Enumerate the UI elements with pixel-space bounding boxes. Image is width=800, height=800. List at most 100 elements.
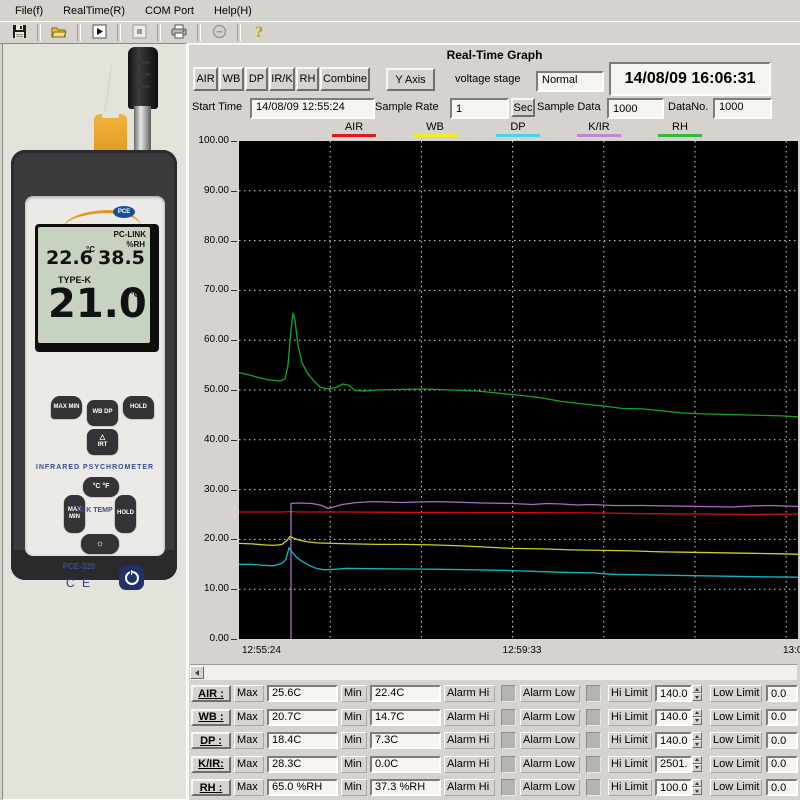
hi-limit-input[interactable] <box>655 709 692 726</box>
row-channel-button[interactable]: RH : <box>191 779 231 796</box>
channel-combine-button[interactable]: Combine <box>320 67 370 91</box>
save-icon <box>12 24 27 42</box>
channel-irk-button[interactable]: IR/K <box>269 67 295 91</box>
low-limit-input[interactable] <box>766 732 798 749</box>
low-limit-input[interactable] <box>766 756 798 773</box>
channel-wb-button[interactable]: WB <box>219 67 244 91</box>
x-tick-label: 12:59:33 <box>503 645 542 656</box>
row-channel-button[interactable]: K/IR: <box>191 756 231 773</box>
toolbar: ? <box>0 21 800 44</box>
y-tick-label: 90.00 <box>204 185 229 196</box>
stop-button[interactable] <box>124 23 154 42</box>
min-label: Min <box>341 709 367 726</box>
min-label: Min <box>341 685 367 702</box>
low-limit-label: Low Limit <box>710 685 762 702</box>
start-button[interactable] <box>84 23 114 42</box>
sample-data-input[interactable] <box>607 98 664 119</box>
hi-limit-spinner <box>692 779 702 796</box>
lcd-main-value: 21.0 <box>48 281 147 327</box>
horizontal-scrollbar[interactable] <box>190 664 797 680</box>
y-tick-label: 70.00 <box>204 284 229 295</box>
record-button[interactable] <box>204 23 234 42</box>
probe-sensor <box>128 47 158 109</box>
hi-limit-label: Hi Limit <box>608 779 652 796</box>
alarm-low-indicator <box>586 709 601 726</box>
low-limit-input[interactable] <box>766 685 798 702</box>
hi-limit-input[interactable] <box>655 779 692 796</box>
row-channel-button[interactable]: DP : <box>191 732 231 749</box>
spinner-up-button[interactable] <box>692 732 702 740</box>
hi-limit-input[interactable] <box>655 756 692 773</box>
spinner-up-button[interactable] <box>692 756 702 764</box>
spinner-down-button[interactable] <box>692 693 702 701</box>
data-no-label: DataNo. <box>668 101 708 113</box>
legend-color-bar <box>577 134 621 137</box>
menu-com-port[interactable]: COM Port <box>136 3 203 19</box>
y-tick-mark <box>231 589 237 590</box>
y-axis-button[interactable]: Y Axis <box>386 68 435 91</box>
voltage-stage-field[interactable]: Normal <box>536 71 604 92</box>
help-button[interactable]: ? <box>244 23 274 42</box>
alarm-hi-indicator <box>501 756 516 773</box>
y-tick-label: 80.00 <box>204 235 229 246</box>
help-icon: ? <box>255 25 263 41</box>
lcd-main-unit: °C <box>130 289 140 299</box>
low-limit-input[interactable] <box>766 709 798 726</box>
min-value: 7.3C <box>370 732 441 749</box>
row-channel-button[interactable]: AIR : <box>191 685 231 702</box>
legend-label: DP <box>496 121 540 133</box>
open-button[interactable] <box>44 23 74 42</box>
legend-item-K/IR: K/IR <box>577 121 621 137</box>
spinner-up-button[interactable] <box>692 779 702 787</box>
spinner-down-button[interactable] <box>692 740 702 748</box>
max-value: 18.4C <box>267 732 338 749</box>
print-button[interactable] <box>164 23 194 42</box>
alarm-low-label: Alarm Low <box>520 732 580 749</box>
toolbar-separator <box>157 24 161 41</box>
device-faceplate: PCE PC-LINK %RH 22.6 °C 38.5 TYPE-K 21.0… <box>25 196 165 556</box>
sec-button[interactable]: Sec <box>511 98 535 117</box>
alarm-low-indicator <box>586 756 601 773</box>
series-K/IR <box>291 502 798 639</box>
clock-display: 14/08/09 16:06:31 <box>609 62 771 96</box>
save-button[interactable] <box>4 23 34 42</box>
y-tick-mark <box>231 191 237 192</box>
y-tick-mark <box>231 639 237 640</box>
sample-rate-input[interactable] <box>450 98 509 119</box>
spinner-down-button[interactable] <box>692 717 702 725</box>
arrow-up-icon <box>695 782 699 785</box>
alarm-low-indicator <box>586 779 601 796</box>
device-power-button <box>119 566 144 590</box>
menu-realtime[interactable]: RealTime(R) <box>54 3 134 19</box>
channel-rh-button[interactable]: RH <box>296 67 319 91</box>
hi-limit-input[interactable] <box>655 732 692 749</box>
arrow-down-icon <box>695 696 699 699</box>
channel-air-button[interactable]: AIR <box>193 67 218 91</box>
arrow-up-icon <box>695 758 699 761</box>
menu-help[interactable]: Help(H) <box>205 3 261 19</box>
legend-item-RH: RH <box>658 121 702 137</box>
hi-limit-input[interactable] <box>655 685 692 702</box>
spinner-up-button[interactable] <box>692 709 702 717</box>
hi-limit-spinner <box>692 756 702 773</box>
table-row: WB :Max20.7CMin14.7CAlarm HiAlarm LowHi … <box>189 709 800 728</box>
max-label: Max <box>234 685 264 702</box>
hi-limit-label: Hi Limit <box>608 756 652 773</box>
row-channel-button[interactable]: WB : <box>191 709 231 726</box>
scroll-left-button[interactable] <box>190 666 204 679</box>
spinner-down-button[interactable] <box>692 764 702 772</box>
arrow-up-icon <box>695 735 699 738</box>
channel-dp-button[interactable]: DP <box>245 67 268 91</box>
alarm-low-indicator <box>586 732 601 749</box>
spinner-down-button[interactable] <box>692 787 702 795</box>
sample-rate-label: Sample Rate <box>375 101 439 113</box>
spinner-up-button[interactable] <box>692 685 702 693</box>
hi-limit-label: Hi Limit <box>608 732 652 749</box>
y-tick-mark <box>231 390 237 391</box>
legend-label: AIR <box>332 121 376 133</box>
min-label: Min <box>341 756 367 773</box>
table-row: DP :Max18.4CMin7.3CAlarm HiAlarm LowHi L… <box>189 732 800 751</box>
low-limit-input[interactable] <box>766 779 798 796</box>
menu-file[interactable]: File(f) <box>6 3 52 19</box>
x-tick-label: 12:55:24 <box>242 645 281 656</box>
